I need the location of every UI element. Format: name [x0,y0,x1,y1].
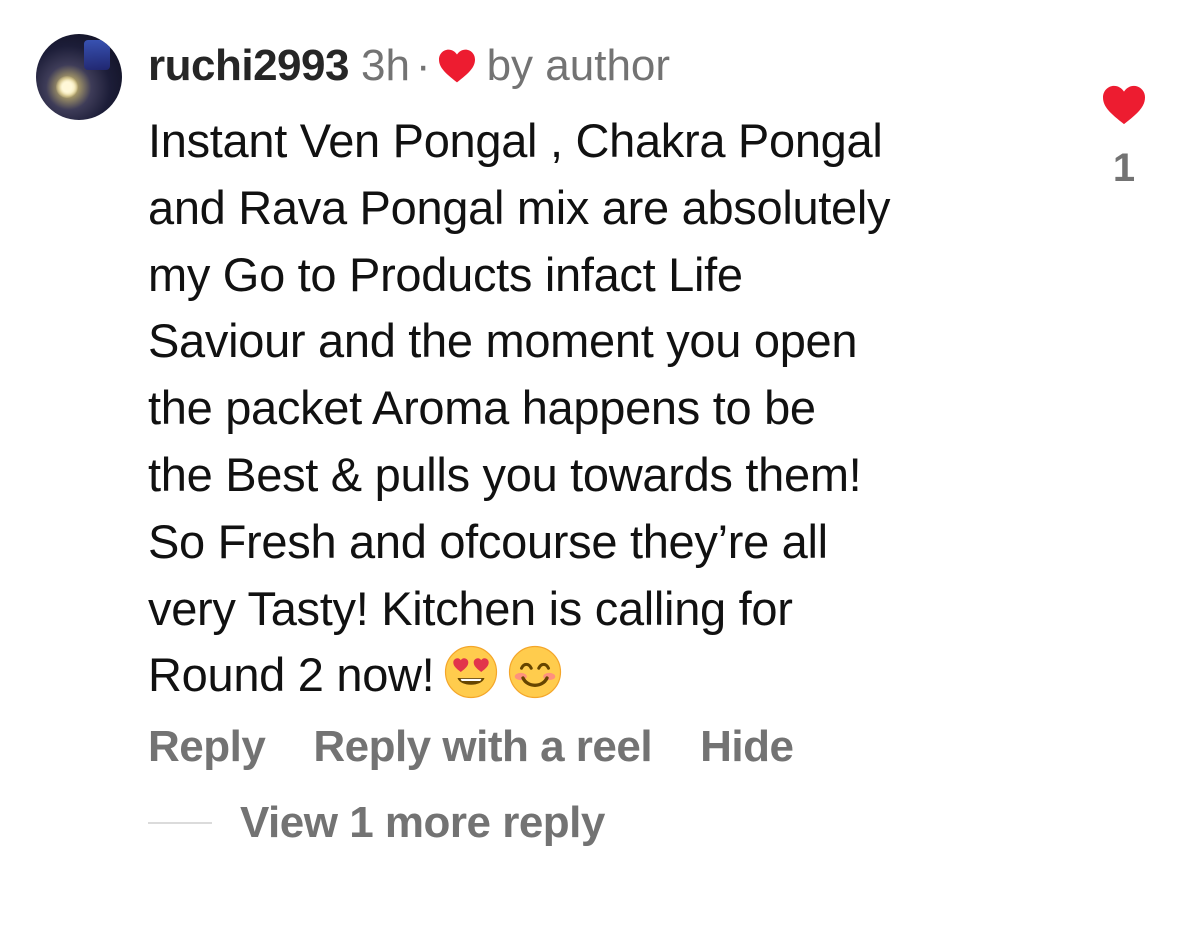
comment-actions: Reply Reply with a reel Hide [148,722,841,772]
comment-line: Instant Ven Pongal , Chakra Pongal [148,114,883,167]
comment-line: Saviour and the moment you open [148,314,858,368]
comment-text: Instant Ven Pongal , Chakra Pongal and R… [148,108,1078,709]
like-column: 1 [1094,84,1154,191]
timestamp: 3h [360,41,410,90]
comment-line: the Best & pulls you towards them! [148,447,862,501]
comment-last-line: Round 2 now! [148,642,1078,709]
author-like-label: by author [486,41,671,90]
like-heart-icon[interactable] [1101,84,1147,126]
author-liked-heart-icon [438,49,475,83]
view-more-replies-label[interactable]: View 1 more reply [240,798,605,848]
comment-line: and Rava Pongal mix are absolutely [148,180,891,234]
avatar[interactable] [36,34,122,120]
comment-line: Round 2 now! [148,648,435,702]
reply-button[interactable]: Reply [148,722,266,772]
thread-divider [148,822,212,824]
comment-line: very Tasty! Kitchen is calling for [148,581,793,635]
comment-line: the packet Aroma happens to be [148,381,816,435]
view-more-replies[interactable]: View 1 more reply [148,798,605,848]
reply-with-reel-button[interactable]: Reply with a reel [313,722,652,772]
comment-header: ruchi2993 3h · by author [148,38,670,94]
hide-button[interactable]: Hide [700,722,794,772]
smiling-face-emoji-icon [509,646,562,699]
comment-line: my Go to Products infact Life [148,247,743,301]
heart-eyes-emoji-icon [445,646,498,699]
like-count: 1 [1112,146,1136,190]
avatar-background [84,40,110,70]
separator-dot: · [415,41,431,90]
avatar-light [56,76,78,98]
username[interactable]: ruchi2993 [148,41,349,91]
comment-line: So Fresh and ofcourse they’re all [148,514,828,568]
